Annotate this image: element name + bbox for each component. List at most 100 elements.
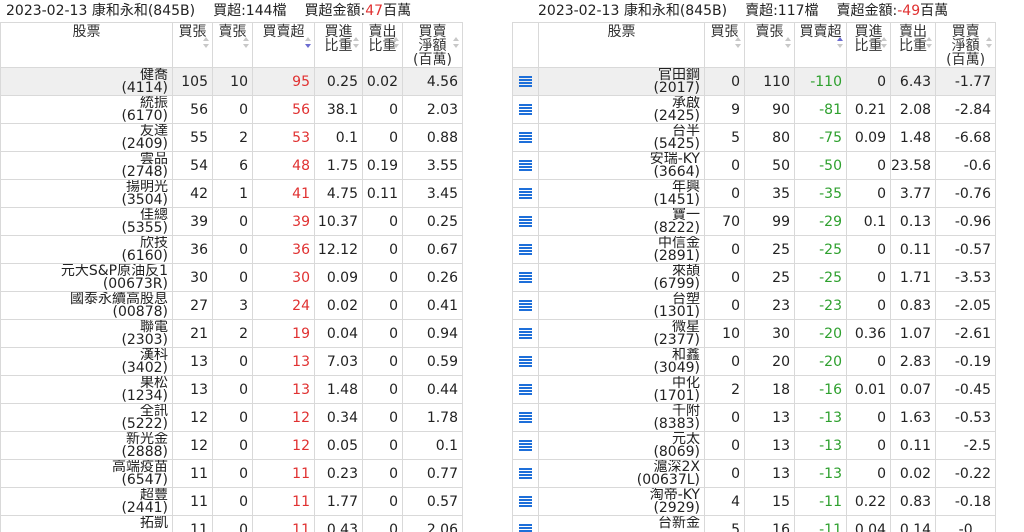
stock-cell[interactable]: 安瑞-KY (3664)	[538, 151, 705, 180]
list-icon[interactable]	[519, 384, 532, 395]
table-row[interactable]: 揚明光 (3504) 42 1 41 4.75 0.11 3.45	[0, 179, 463, 208]
stock-cell[interactable]: 揚明光 (3504)	[0, 179, 173, 208]
header-col-sell-ratio[interactable]: 賣出 比重	[889, 22, 937, 68]
table-row[interactable]: 寶一 (8222) 70 99 -29 0.1 0.13 -0.96	[512, 207, 997, 236]
table-row[interactable]: 中信金 (2891) 0 25 -25 0 0.11 -0.57	[512, 235, 997, 264]
header-col-stock[interactable]: 股票	[538, 22, 705, 68]
stock-cell[interactable]: 健喬 (4114)	[0, 67, 173, 96]
sort-icon[interactable]	[393, 37, 399, 51]
stock-cell[interactable]: 超豐 (2441)	[0, 487, 173, 516]
stock-cell[interactable]: 寶一 (8222)	[538, 207, 705, 236]
stock-cell[interactable]: 千附 (8383)	[538, 403, 705, 432]
table-row[interactable]: 年興 (1451) 0 35 -35 0 3.77 -0.76	[512, 179, 997, 208]
stock-cell[interactable]: 雲品 (2748)	[0, 151, 173, 180]
row-detail-cell[interactable]	[512, 431, 539, 460]
header-col-amount[interactable]: 買賣 淨額 (百萬)	[935, 22, 997, 68]
table-row[interactable]: 國泰永續高股息 (00878) 27 3 24 0.02 0 0.41	[0, 291, 463, 320]
table-row[interactable]: 承啟 (2425) 9 90 -81 0.21 2.08 -2.84	[512, 95, 997, 124]
list-icon[interactable]	[519, 412, 532, 423]
table-row[interactable]: 台新金 5 16 -11 0.04 0.14 -0.…	[512, 515, 997, 532]
table-row[interactable]: 元大S&P原油反1 (00673R) 30 0 30 0.09 0 0.26	[0, 263, 463, 292]
list-icon[interactable]	[519, 328, 532, 339]
table-row[interactable]: 微星 (2377) 10 30 -20 0.36 1.07 -2.61	[512, 319, 997, 348]
stock-cell[interactable]: 欣技 (6160)	[0, 235, 173, 264]
stock-cell[interactable]: 元大S&P原油反1 (00673R)	[0, 263, 173, 292]
header-col-buy-ratio[interactable]: 買進 比重	[314, 22, 363, 68]
list-icon[interactable]	[519, 272, 532, 283]
header-col-stock[interactable]: 股票	[0, 22, 173, 68]
table-row[interactable]: 統振 (6170) 56 0 56 38.1 0 2.03	[0, 95, 463, 124]
stock-cell[interactable]: 淘帝-KY (2929)	[538, 487, 705, 516]
stock-cell[interactable]: 元太 (8069)	[538, 431, 705, 460]
table-row[interactable]: 超豐 (2441) 11 0 11 1.77 0 0.57	[0, 487, 463, 516]
sort-icon[interactable]	[837, 37, 843, 51]
stock-cell[interactable]: 承啟 (2425)	[538, 95, 705, 124]
header-col-buy-ratio[interactable]: 買進 比重	[846, 22, 891, 68]
table-row[interactable]: 來頡 (6799) 0 25 -25 0 1.71 -3.53	[512, 263, 997, 292]
row-detail-cell[interactable]	[512, 207, 539, 236]
stock-cell[interactable]: 全訊 (5222)	[0, 403, 173, 432]
table-row[interactable]: 全訊 (5222) 12 0 12 0.34 0 1.78	[0, 403, 463, 432]
header-col-net[interactable]: 買賣超	[252, 22, 315, 68]
list-icon[interactable]	[519, 524, 532, 532]
list-icon[interactable]	[519, 356, 532, 367]
sort-icon[interactable]	[453, 37, 459, 51]
list-icon[interactable]	[519, 76, 532, 87]
stock-cell[interactable]: 年興 (1451)	[538, 179, 705, 208]
list-icon[interactable]	[519, 132, 532, 143]
stock-cell[interactable]: 台半 (5425)	[538, 123, 705, 152]
row-detail-cell[interactable]	[512, 403, 539, 432]
list-icon[interactable]	[519, 188, 532, 199]
stock-name[interactable]: 台新金	[540, 517, 700, 531]
table-row[interactable]: 聯電 (2303) 21 2 19 0.04 0 0.94	[0, 319, 463, 348]
list-icon[interactable]	[519, 160, 532, 171]
table-row[interactable]: 雲品 (2748) 54 6 48 1.75 0.19 3.55	[0, 151, 463, 180]
list-icon[interactable]	[519, 300, 532, 311]
row-detail-cell[interactable]	[512, 515, 539, 532]
sort-icon[interactable]	[353, 37, 359, 51]
sort-icon[interactable]	[735, 37, 741, 51]
table-row[interactable]: 高端疫苗 (6547) 11 0 11 0.23 0 0.77	[0, 459, 463, 488]
table-row[interactable]: 安瑞-KY (3664) 0 50 -50 0 23.58 -0.6	[512, 151, 997, 180]
table-row[interactable]: 台半 (5425) 5 80 -75 0.09 1.48 -6.68	[512, 123, 997, 152]
table-row[interactable]: 友達 (2409) 55 2 53 0.1 0 0.88	[0, 123, 463, 152]
list-icon[interactable]	[519, 244, 532, 255]
stock-cell[interactable]: 台新金	[538, 515, 705, 532]
sort-icon[interactable]	[243, 37, 249, 51]
row-detail-cell[interactable]	[512, 375, 539, 404]
table-row[interactable]: 佳總 (5355) 39 0 39 10.37 0 0.25	[0, 207, 463, 236]
stock-cell[interactable]: 中信金 (2891)	[538, 235, 705, 264]
stock-cell[interactable]: 友達 (2409)	[0, 123, 173, 152]
header-col-amount[interactable]: 買賣 淨額 (百萬)	[402, 22, 463, 68]
list-icon[interactable]	[519, 440, 532, 451]
header-col-sell[interactable]: 賣張	[744, 22, 795, 68]
table-row[interactable]: 欣技 (6160) 36 0 36 12.12 0 0.67	[0, 235, 463, 264]
stock-cell[interactable]: 聯電 (2303)	[0, 319, 173, 348]
header-col-net[interactable]: 買賣超	[794, 22, 847, 68]
table-row[interactable]: 拓凱 11 0 11 0.43 0 2.06	[0, 515, 463, 532]
row-detail-cell[interactable]	[512, 319, 539, 348]
table-row[interactable]: 果松 (1234) 13 0 13 1.48 0 0.44	[0, 375, 463, 404]
sort-icon[interactable]	[203, 37, 209, 51]
row-detail-cell[interactable]	[512, 151, 539, 180]
row-detail-cell[interactable]	[512, 235, 539, 264]
stock-cell[interactable]: 和鑫 (3049)	[538, 347, 705, 376]
list-icon[interactable]	[519, 496, 532, 507]
table-row[interactable]: 滬深2X (00637L) 0 13 -13 0 0.02 -0.22	[512, 459, 997, 488]
row-detail-cell[interactable]	[512, 123, 539, 152]
row-detail-cell[interactable]	[512, 95, 539, 124]
stock-name[interactable]: 拓凱	[2, 517, 168, 531]
table-row[interactable]: 新光金 (2888) 12 0 12 0.05 0 0.1	[0, 431, 463, 460]
list-icon[interactable]	[519, 104, 532, 115]
table-row[interactable]: 漢科 (3402) 13 0 13 7.03 0 0.59	[0, 347, 463, 376]
row-detail-cell[interactable]	[512, 263, 539, 292]
table-row[interactable]: 健喬 (4114) 105 10 95 0.25 0.02 4.56	[0, 67, 463, 96]
header-col-sell[interactable]: 賣張	[212, 22, 253, 68]
stock-cell[interactable]: 拓凱	[0, 515, 173, 532]
sort-icon[interactable]	[986, 37, 993, 51]
table-row[interactable]: 元太 (8069) 0 13 -13 0 0.11 -2.5	[512, 431, 997, 460]
sort-icon[interactable]	[785, 37, 791, 51]
table-row[interactable]: 淘帝-KY (2929) 4 15 -11 0.22 0.83 -0.18	[512, 487, 997, 516]
table-row[interactable]: 台塑 (1301) 0 23 -23 0 0.83 -2.05	[512, 291, 997, 320]
stock-cell[interactable]: 新光金 (2888)	[0, 431, 173, 460]
